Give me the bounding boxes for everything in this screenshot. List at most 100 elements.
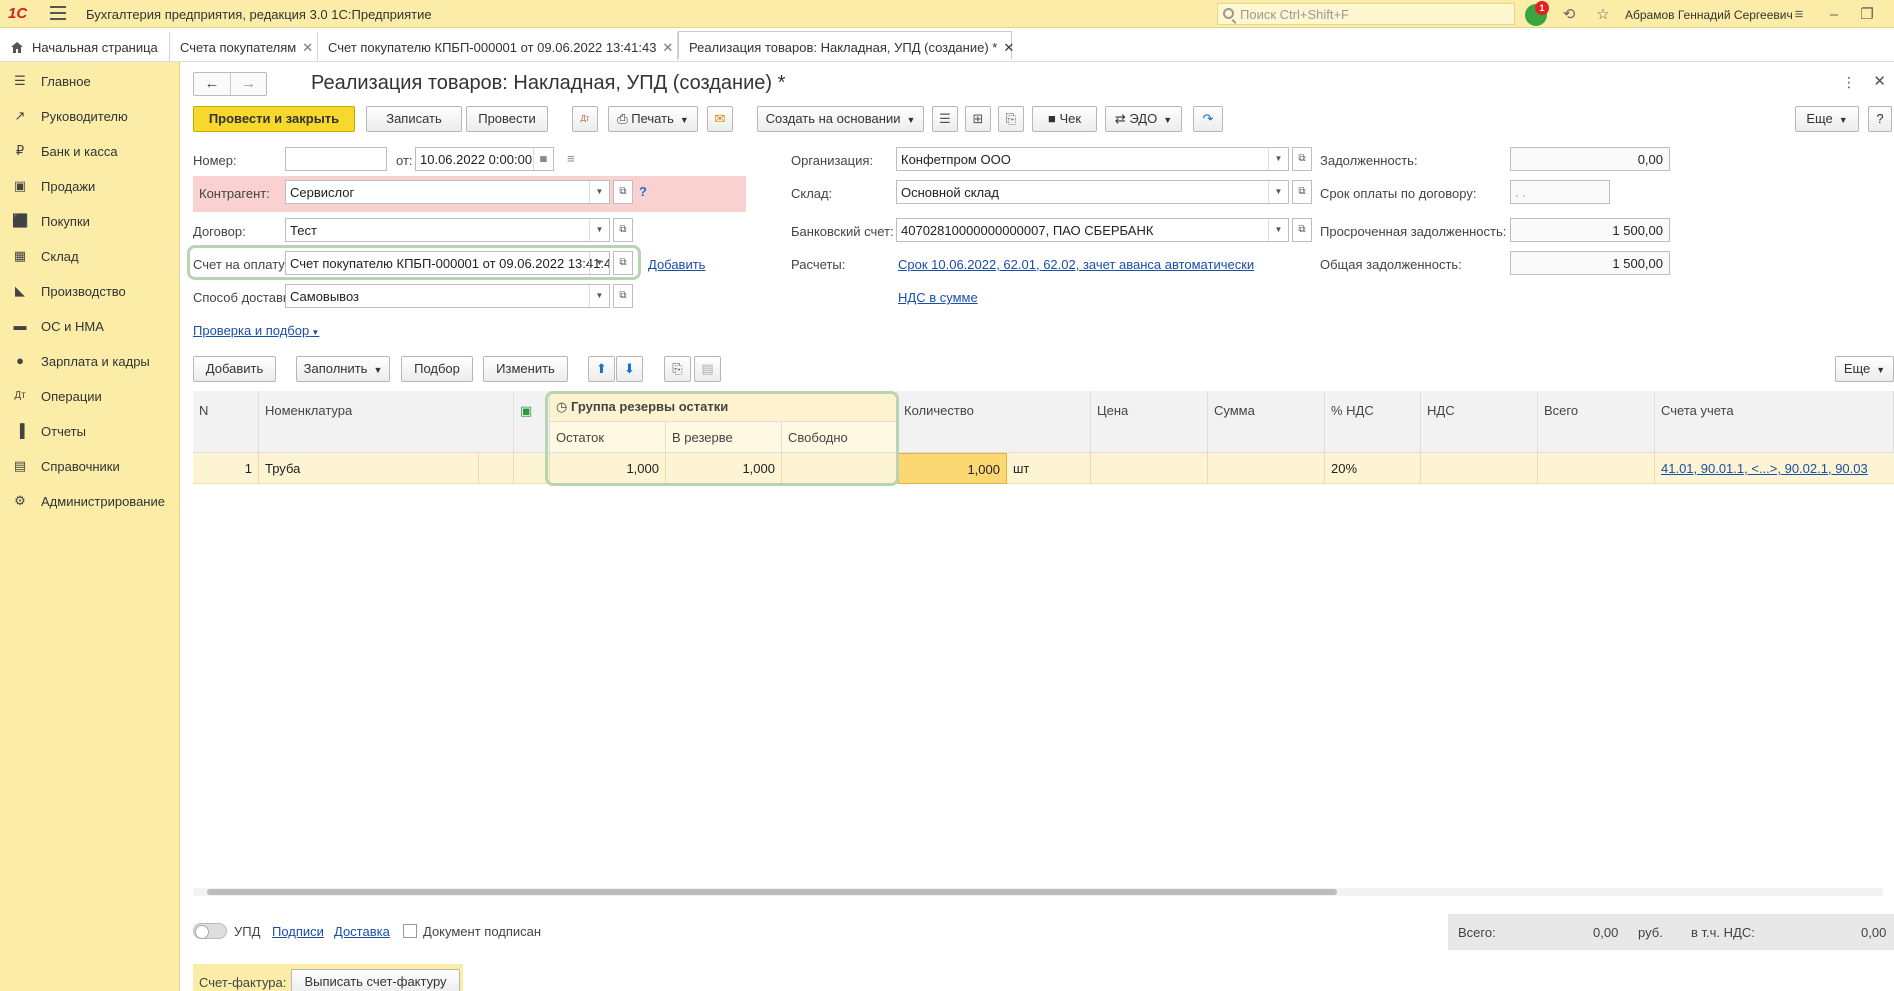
warehouse-field[interactable]: Основной склад ▼ [896,180,1289,204]
structure-icon[interactable]: ⊞ [965,106,991,132]
calendar-icon[interactable]: ▦ [533,148,553,170]
cell-vat-rate[interactable]: 20% [1325,453,1421,484]
post-button[interactable]: Провести [466,106,548,132]
sidebar-item-sales[interactable]: ▣ Продажи [0,169,180,203]
close-icon[interactable]: ✕ [662,40,673,55]
col-header-qty[interactable]: Количество [898,391,1091,453]
open-icon[interactable]: ⧉ [613,218,633,242]
email-icon[interactable]: ✉ [707,106,733,132]
scrollbar-thumb[interactable] [207,889,1337,895]
open-icon[interactable]: ⧉ [1292,180,1312,204]
cell-unit[interactable]: шт [1007,453,1091,484]
chevron-down-icon[interactable]: ▼ [589,219,609,241]
sidebar-item-operations[interactable]: Дт Операции [0,379,180,413]
app-logo[interactable]: 1С [8,5,27,22]
move-down-icon[interactable]: ⬇ [616,356,643,382]
chevron-down-icon[interactable]: ▼ [1268,148,1288,170]
print-button[interactable]: ⎙ Печать ▼ [608,106,698,132]
add-row-button[interactable]: Добавить [193,356,276,382]
counterparty-field[interactable]: Сервислог ▼ [285,180,610,204]
document-signed-checkbox[interactable] [403,924,417,938]
chevron-down-icon[interactable]: ▼ [589,252,609,274]
cell-qty[interactable]: 1,000 [898,453,1007,484]
add-invoice-link[interactable]: Добавить [648,257,705,272]
back-arrow-icon[interactable]: ← [194,73,230,95]
org-field[interactable]: Конфетпром ООО ▼ [896,147,1289,171]
open-icon[interactable]: ⧉ [613,180,633,204]
contract-field[interactable]: Тест ▼ [285,218,610,242]
main-menu-icon[interactable] [50,6,66,20]
chevron-down-icon[interactable]: ▼ [1268,219,1288,241]
more-button[interactable]: Еще ▼ [1795,106,1859,132]
sidebar-item-references[interactable]: ▤ Справочники [0,449,180,483]
table-row[interactable]: 1 Труба 1,000 1,000 1,000 шт 20% 41.01, … [193,453,1894,484]
col-header-total[interactable]: Всего [1538,391,1655,453]
col-header-vat-rate[interactable]: % НДС [1325,391,1421,453]
sidebar-item-admin[interactable]: ⚙ Администрирование [0,484,180,518]
settlements-link[interactable]: Срок 10.06.2022, 62.01, 62.02, зачет ава… [898,257,1254,272]
redirect-arrow-icon[interactable]: ↷ [1193,106,1223,132]
paperclip-icon[interactable]: ⎘ [998,106,1024,132]
more-vertical-icon[interactable]: ⋮ [1842,74,1856,91]
open-icon[interactable]: ⧉ [1292,218,1312,242]
sidebar-item-payroll[interactable]: ● Зарплата и кадры [0,344,180,378]
number-field[interactable] [285,147,387,171]
sidebar-item-main[interactable]: ☰ Главное [0,64,180,98]
cell-accounts[interactable]: 41.01, 90.01.1, <...>, 90.02.1, 90.03 [1655,453,1894,484]
comment-icon[interactable]: ≡ [567,151,575,166]
save-button[interactable]: Записать [366,106,462,132]
col-header-sum[interactable]: Сумма [1208,391,1325,453]
table-scrollbar[interactable] [193,888,1883,896]
notifications-icon[interactable]: 1 [1525,1,1549,26]
receipt-button[interactable]: ■ Чек [1032,106,1097,132]
history-icon[interactable]: ⟲ [1560,6,1578,24]
col-header-n[interactable]: N [193,391,259,453]
fill-button[interactable]: Заполнить ▼ [296,356,390,382]
delivery-link[interactable]: Доставка [334,924,390,939]
col-header-accounts[interactable]: Счета учета [1655,391,1894,453]
pick-button[interactable]: Подбор [401,356,473,382]
sidebar-item-bank[interactable]: ₽ Банк и касса [0,134,180,168]
create-based-on-button[interactable]: Создать на основании ▼ [757,106,924,132]
tab-home[interactable]: Начальная страница [0,32,170,61]
sidebar-item-warehouse[interactable]: ▦ Склад [0,239,180,273]
help-button[interactable]: ? [1868,106,1892,132]
cell-item[interactable]: Труба [259,453,479,484]
close-icon[interactable]: ✕ [302,40,313,55]
post-and-close-button[interactable]: Провести и закрыть [193,106,355,132]
bank-account-field[interactable]: 40702810000000000007, ПАО СБЕРБАНК ▼ [896,218,1289,242]
paste-icon[interactable]: ▤ [694,356,721,382]
list-doc-icon[interactable]: ☰ [932,106,958,132]
sidebar-item-manager[interactable]: ↗ Руководителю [0,99,180,133]
debit-credit-icon[interactable]: Дт [572,106,598,132]
question-icon[interactable]: ? [639,184,647,199]
chevron-down-icon[interactable]: ▼ [1268,181,1288,203]
edo-button[interactable]: ⇄ ЭДО ▼ [1105,106,1182,132]
star-icon[interactable]: ☆ [1594,6,1612,24]
delivery-field[interactable]: Самовывоз ▼ [285,284,610,308]
cell-vat[interactable] [1421,453,1538,484]
change-button[interactable]: Изменить [483,356,568,382]
col-header-price[interactable]: Цена [1091,391,1208,453]
close-icon[interactable]: ✕ [1003,40,1014,55]
tab-buyer-invoice[interactable]: Счет покупателю КПБП-000001 от 09.06.202… [318,32,678,61]
cell-price[interactable] [1091,453,1208,484]
vat-in-sum-link[interactable]: НДС в сумме [898,290,978,305]
user-name[interactable]: Абрамов Геннадий Сергеевич [1625,8,1793,22]
open-icon[interactable]: ⧉ [1292,147,1312,171]
tab-buyer-invoices[interactable]: Счета покупателям ✕ [170,32,318,61]
tab-sales-document[interactable]: Реализация товаров: Накладная, УПД (созд… [678,31,1014,60]
issue-invoice-button[interactable]: Выписать счет-фактуру [291,969,460,991]
open-icon[interactable]: ⧉ [613,251,633,275]
chevron-down-icon[interactable]: ▼ [589,181,609,203]
table-more-button[interactable]: Еще ▼ [1835,356,1894,382]
sidebar-item-reports[interactable]: ▐ Отчеты [0,414,180,448]
col-header-vat[interactable]: НДС [1421,391,1538,453]
cell-total[interactable] [1538,453,1655,484]
upd-toggle[interactable] [193,923,227,939]
chevron-down-icon[interactable]: ▼ [589,285,609,307]
open-icon[interactable]: ⧉ [613,284,633,308]
date-field[interactable]: 10.06.2022 0:00:00 ▦ [415,147,554,171]
settings-list-icon[interactable]: ≡ [1790,6,1808,24]
move-up-icon[interactable]: ⬆ [588,356,615,382]
